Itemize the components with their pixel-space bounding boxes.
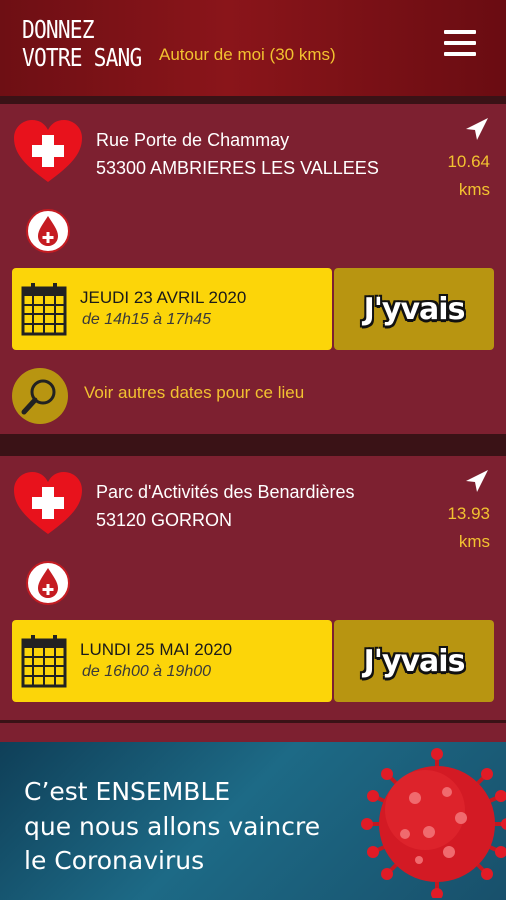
distance-value: 10.64 kms [447,148,490,204]
address-line-2: 53300 AMBRIERES LES VALLEES [96,158,379,178]
distance-number: 10.64 [447,152,490,171]
location-filter-label[interactable]: Autour de moi (30 kms) [159,45,336,65]
search-icon[interactable] [12,368,68,424]
heart-cross-icon [14,472,82,534]
heart-cross-icon [14,120,82,182]
jyvais-button[interactable]: J'yvais [334,268,494,350]
distance-value: 13.93 kms [447,500,490,556]
app-header: DONNEZ VOTRE SANG Autour de moi (30 kms) [0,0,506,96]
date-box[interactable]: JEUDI 23 AVRIL 2020 de 14h15 à 17h45 [12,268,332,350]
logo-line-2: VOTRE SANG [22,43,142,72]
distance-unit: kms [458,532,490,551]
address-line-1: Rue Porte de Chammay [96,130,290,150]
collecte-card: Rue Porte de Chammay 53300 AMBRIERES LES… [0,104,506,434]
banner-line-2: que nous allons vaincre [24,812,321,841]
menu-icon[interactable] [444,30,476,58]
address-line-2: 53120 GORRON [96,510,233,530]
collecte-date: JEUDI 23 AVRIL 2020 [80,288,247,307]
collecte-hours: de 16h00 à 19h00 [82,663,212,680]
navigation-arrow-icon[interactable] [464,468,490,494]
banner-line-1: C’est ENSEMBLE [24,777,231,806]
date-box[interactable]: LUNDI 25 MAI 2020 de 16h00 à 19h00 [12,620,332,702]
jyvais-button-label: J'yvais [363,291,466,327]
calendar-icon [21,283,67,336]
coronavirus-banner[interactable]: C’est ENSEMBLE que nous allons vaincre l… [0,742,506,900]
collecte-card: Parc d'Activités des Benardières 53120 G… [0,456,506,720]
blood-drop-icon [26,561,70,605]
app-logo: DONNEZ VOTRE SANG [22,15,142,72]
jyvais-button[interactable]: J'yvais [334,620,494,702]
virus-icon [361,748,506,898]
navigation-arrow-icon[interactable] [464,116,490,142]
calendar-icon [21,635,67,688]
distance-number: 13.93 [447,504,490,523]
blood-drop-icon [26,209,70,253]
collecte-hours: de 14h15 à 17h45 [82,311,212,328]
address-line-1: Parc d'Activités des Benardières [96,482,355,502]
banner-line-3: le Coronavirus [24,846,205,875]
logo-line-1: DONNEZ [22,15,95,44]
collecte-date: LUNDI 25 MAI 2020 [80,640,233,659]
distance-unit: kms [458,180,490,199]
other-dates-link[interactable]: Voir autres dates pour ce lieu [84,383,304,403]
jyvais-button-label: J'yvais [363,643,466,679]
